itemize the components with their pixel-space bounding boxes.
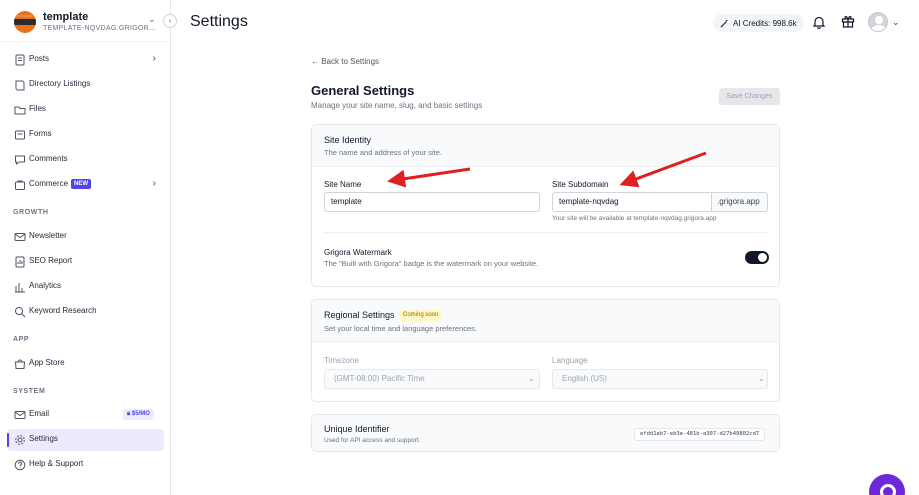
- ai-credits-button[interactable]: AI Credits: 998.6k: [713, 14, 804, 32]
- chevron-down-icon: ⌄: [528, 374, 535, 383]
- timezone-select[interactable]: (GMT-08:00) Pacific Time: [324, 369, 540, 389]
- magic-wand-icon: [720, 18, 729, 27]
- sidebar-item-help[interactable]: Help & Support: [7, 454, 164, 476]
- chevron-right-icon: ›: [152, 178, 156, 189]
- ai-credits-text: AI Credits: 998.6k: [733, 18, 797, 28]
- sidebar-item-files[interactable]: Files: [7, 99, 164, 121]
- sidebar-item-keyword-research[interactable]: Keyword Research: [7, 301, 164, 323]
- store-icon: [14, 359, 26, 369]
- seo-icon: [15, 256, 25, 268]
- sidebar-item-label: Analytics: [29, 281, 62, 290]
- language-select[interactable]: English (US): [552, 369, 768, 389]
- bell-icon[interactable]: [812, 15, 826, 29]
- chevron-down-icon[interactable]: ⌄: [892, 17, 900, 28]
- chart-icon: [15, 283, 25, 293]
- watermark-description: The "Built with Grigora" badge is the wa…: [324, 259, 539, 268]
- sidebar-item-label: Keyword Research: [29, 306, 97, 315]
- uid-title: Unique Identifier: [324, 424, 390, 434]
- sidebar-item-label: Forms: [29, 129, 52, 138]
- sidebar-item-comments[interactable]: Comments: [7, 149, 164, 171]
- site-subdomain-label: Site Subdomain: [552, 180, 609, 189]
- site-identity-card: Site Identity The name and address of yo…: [311, 124, 780, 287]
- unique-identifier-card: Unique Identifier Used for API access an…: [311, 414, 780, 452]
- sidebar-item-analytics[interactable]: Analytics: [7, 276, 164, 298]
- sidebar-item-label: Newsletter: [29, 231, 67, 240]
- site-subdomain-input[interactable]: template-nqvdag: [552, 192, 712, 212]
- site-name: template: [43, 11, 89, 23]
- card-subtitle: Set your local time and language prefere…: [324, 324, 478, 333]
- book-icon: [15, 80, 25, 91]
- chat-help-button[interactable]: [869, 474, 905, 495]
- timezone-label: Timezone: [324, 356, 359, 365]
- sidebar-item-label: Files: [29, 104, 46, 113]
- back-to-settings-link[interactable]: ← Back to Settings: [311, 57, 379, 66]
- site-name-label: Site Name: [324, 180, 362, 189]
- sidebar-item-label: Commerce: [29, 179, 69, 188]
- card-subtitle: The name and address of your site.: [324, 148, 442, 157]
- divider: [324, 232, 768, 233]
- section-label-system: SYSTEM: [13, 388, 46, 395]
- site-name-input[interactable]: template: [324, 192, 540, 212]
- folder-icon: [14, 106, 26, 115]
- sidebar-item-label: Posts: [29, 54, 50, 63]
- sidebar-item-settings[interactable]: Settings: [7, 429, 164, 451]
- gear-icon: [15, 435, 25, 445]
- price-badge-text: $5/MO: [131, 411, 150, 417]
- site-logo: [14, 11, 36, 33]
- sidebar-item-label: App Store: [29, 358, 65, 367]
- posts-icon: [15, 54, 25, 66]
- sidebar-item-directory-listings[interactable]: Directory Listings: [7, 74, 164, 96]
- sidebar-item-label: Comments: [29, 154, 68, 163]
- language-label: Language: [552, 356, 588, 365]
- uid-value[interactable]: efdd1eb7-eb3e-481b-a307-d27b49802cd7: [634, 428, 766, 441]
- save-changes-button[interactable]: Save Changes: [719, 88, 780, 105]
- site-domain: TEMPLATE-NQVDAG.GRIGOR...: [43, 25, 156, 32]
- subdomain-hint: Your site will be available at template-…: [552, 215, 717, 222]
- gift-icon[interactable]: [841, 14, 855, 28]
- card-title: Regional Settings: [324, 310, 395, 320]
- new-badge: NEW: [71, 179, 91, 189]
- forms-icon: [15, 130, 25, 140]
- sidebar-item-email[interactable]: Email 🔒︎ $5/MO: [7, 404, 164, 426]
- page-title: Settings: [190, 13, 248, 30]
- sidebar-item-forms[interactable]: Forms: [7, 124, 164, 146]
- sidebar-item-label: Directory Listings: [29, 79, 91, 88]
- site-switcher[interactable]: template TEMPLATE-NQVDAG.GRIGOR... ⌄: [0, 0, 171, 42]
- sidebar-item-label: SEO Report: [29, 256, 73, 265]
- sidebar-item-commerce[interactable]: Commerce NEW ›: [7, 174, 164, 196]
- price-badge: 🔒︎ $5/MO: [123, 409, 154, 420]
- coming-soon-badge: Coming soon: [399, 310, 443, 321]
- sidebar-item-label: Email: [29, 409, 50, 418]
- section-label-growth: GROWTH: [13, 209, 49, 216]
- mail-icon: [14, 411, 26, 419]
- mail-icon: [14, 233, 26, 241]
- sidebar-item-posts[interactable]: Posts ›: [7, 49, 164, 71]
- section-label-app: APP: [13, 336, 30, 343]
- regional-settings-card: Regional Settings Coming soon Set your l…: [311, 299, 780, 402]
- general-settings-subtitle: Manage your site name, slug, and basic s…: [311, 101, 483, 110]
- help-icon: [14, 459, 26, 471]
- sidebar-item-app-store[interactable]: App Store: [7, 353, 164, 375]
- sidebar-item-newsletter[interactable]: Newsletter: [7, 226, 164, 248]
- watermark-toggle[interactable]: [745, 251, 769, 264]
- card-title: Site Identity: [324, 135, 372, 145]
- uid-subtitle: Used for API access and support.: [324, 437, 421, 444]
- watermark-title: Grigora Watermark: [324, 248, 392, 257]
- chevron-down-icon: ⌄: [758, 374, 765, 383]
- search-icon: [15, 307, 26, 318]
- chevron-right-icon: ›: [152, 53, 156, 64]
- commerce-icon: [15, 180, 25, 190]
- comment-icon: [15, 155, 25, 166]
- sidebar-item-label: Settings: [29, 434, 58, 443]
- subdomain-suffix: .grigora.app: [712, 192, 768, 212]
- general-settings-title: General Settings: [311, 83, 415, 98]
- sidebar-item-seo-report[interactable]: SEO Report: [7, 251, 164, 273]
- chevron-down-icon[interactable]: ⌄: [148, 14, 156, 25]
- sidebar: template TEMPLATE-NQVDAG.GRIGOR... ⌄ Pos…: [0, 0, 171, 495]
- avatar[interactable]: [868, 12, 888, 32]
- sidebar-item-label: Help & Support: [29, 459, 84, 468]
- collapse-sidebar-button[interactable]: ‹: [163, 14, 177, 28]
